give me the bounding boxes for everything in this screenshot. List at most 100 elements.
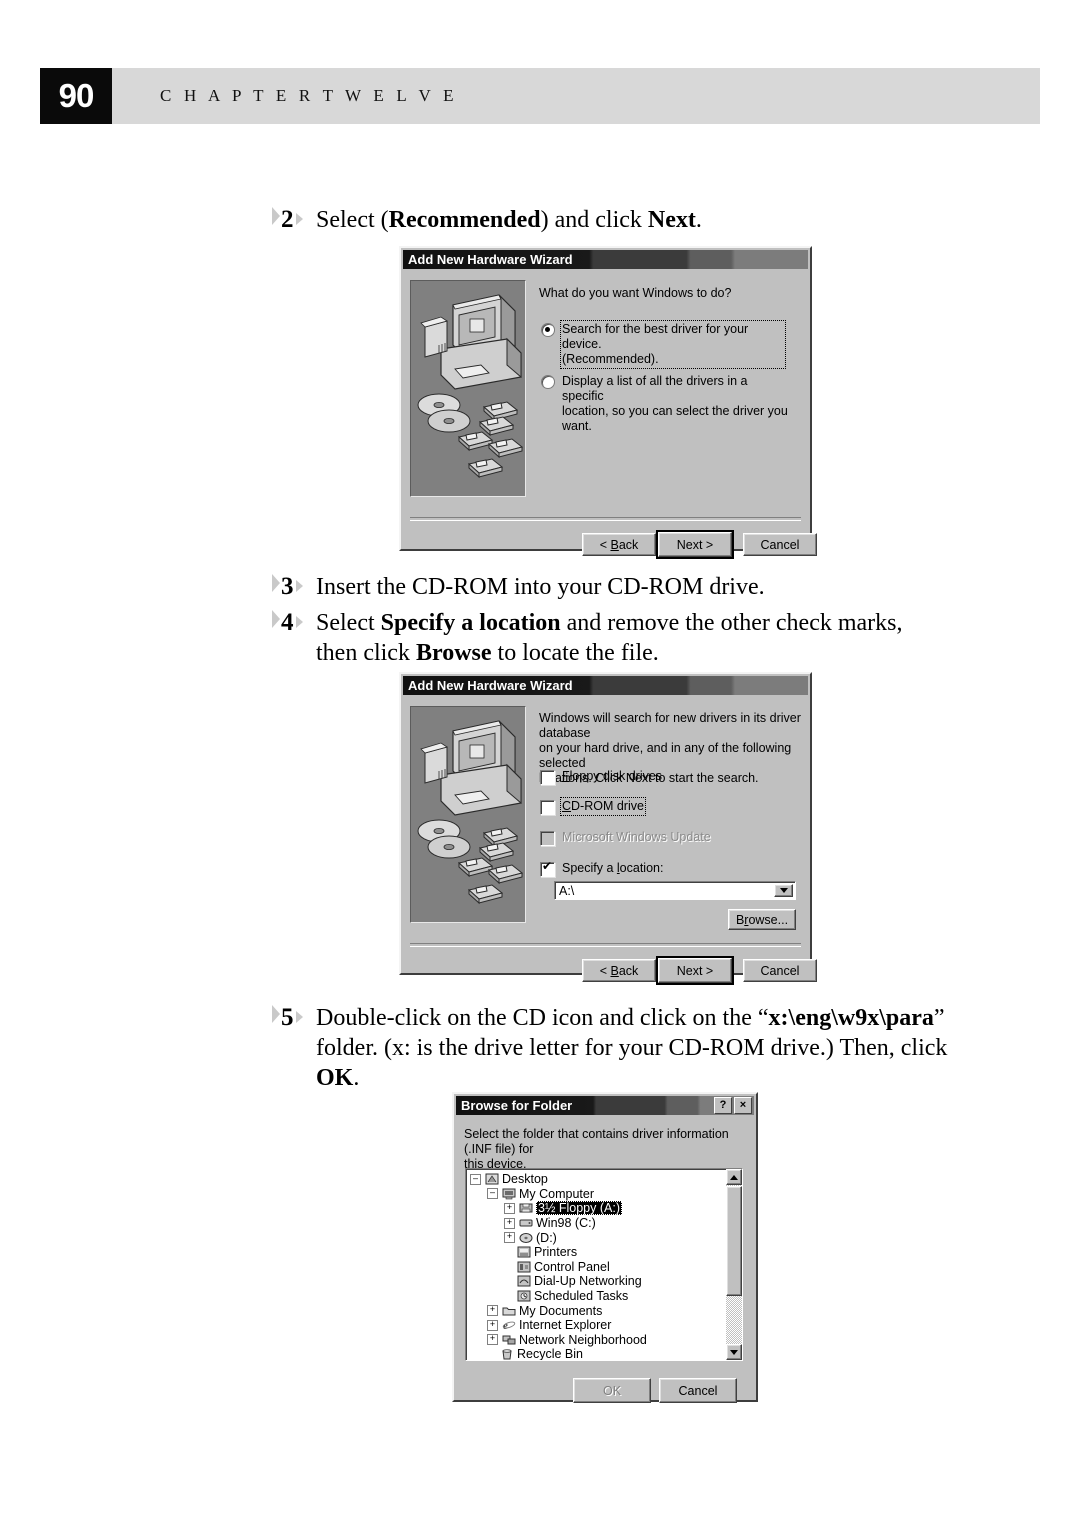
- expander-collapse-icon[interactable]: –: [470, 1173, 481, 1185]
- network-icon: [501, 1333, 516, 1346]
- tree-item-dial-up-networking[interactable]: Dial-Up Networking: [470, 1274, 647, 1289]
- checkbox-cdrom-icon[interactable]: [540, 800, 555, 815]
- radio-button-recommended-icon[interactable]: [541, 323, 555, 337]
- printer-icon: [516, 1246, 531, 1259]
- tree-item-network-neighborhood[interactable]: + Network Neighborhood: [470, 1333, 647, 1348]
- expander-expand-icon[interactable]: +: [487, 1319, 498, 1331]
- tree-item-desktop[interactable]: – Desktop: [470, 1172, 647, 1187]
- dialog1-next-label: Next >: [676, 537, 714, 552]
- help-icon[interactable]: ?: [714, 1097, 732, 1114]
- dialog3-title: Browse for Folder: [461, 1098, 573, 1113]
- tree-scrollbar[interactable]: [726, 1169, 742, 1360]
- tree-label: My Documents: [519, 1303, 603, 1318]
- tree-item-win98-c[interactable]: + Win98 (C:): [470, 1216, 647, 1231]
- tree-item-printers[interactable]: Printers: [470, 1245, 647, 1260]
- dialog3-titlebar[interactable]: Browse for Folder ? ×: [456, 1096, 754, 1115]
- computer-media-illustration-icon: [417, 294, 524, 479]
- close-icon[interactable]: ×: [734, 1097, 752, 1114]
- tree-item-my-documents[interactable]: + My Documents: [470, 1303, 647, 1318]
- tree-item-scheduled-tasks[interactable]: Scheduled Tasks: [470, 1289, 647, 1304]
- floppy-icon: [518, 1202, 533, 1215]
- dialog1-cancel-button[interactable]: Cancel: [743, 533, 817, 556]
- dialog2-titlebar[interactable]: Add New Hardware Wizard: [403, 676, 808, 695]
- chevron-up-icon: [730, 1174, 738, 1180]
- dialog-browse-for-folder[interactable]: Browse for Folder ? × Select the folder …: [452, 1092, 758, 1403]
- expander-collapse-icon[interactable]: –: [487, 1188, 498, 1200]
- tree-item-my-computer[interactable]: – My Computer: [470, 1187, 647, 1202]
- step-2-number: 2: [272, 205, 303, 235]
- dialup-icon: [516, 1275, 531, 1288]
- tree-label: My Computer: [519, 1186, 595, 1201]
- checkbox-cd-rom-drive[interactable]: CD-ROM drive: [540, 797, 646, 816]
- dialog2-cancel-label: Cancel: [760, 963, 800, 978]
- dialog2-next-button[interactable]: Next >: [656, 956, 734, 985]
- combobox-dropdown-button[interactable]: [774, 884, 793, 897]
- checkbox-windows-update-icon: [540, 831, 555, 846]
- dialog3-ok-button[interactable]: OK: [573, 1378, 651, 1403]
- dialog-add-new-hardware-wizard-2[interactable]: Add New Hardware Wizard Windows will sea…: [399, 672, 817, 985]
- checkbox-cdrom-label: CD-ROM drive: [560, 797, 646, 816]
- dialog1-back-button[interactable]: < Back: [582, 533, 656, 556]
- folder-icon: [501, 1304, 516, 1317]
- radio-option-display-list[interactable]: Display a list of all the drivers in a s…: [541, 374, 791, 434]
- step-arrow-icon: [295, 1011, 303, 1023]
- checkbox-specify-location-icon[interactable]: [540, 860, 555, 877]
- checkbox-windows-update-label: Microsoft Windows Update: [562, 830, 711, 844]
- browse-button[interactable]: Browse...: [728, 909, 796, 930]
- checkbox-floppy-icon[interactable]: [540, 770, 555, 785]
- dialog1-title: Add New Hardware Wizard: [408, 252, 573, 267]
- location-combobox[interactable]: A:\: [554, 881, 796, 900]
- radio-option-display-list-label: Display a list of all the drivers in a s…: [562, 374, 788, 433]
- dialog1-titlebar[interactable]: Add New Hardware Wizard: [403, 250, 808, 269]
- expander-expand-icon[interactable]: +: [487, 1334, 498, 1346]
- dialog1-separator: [410, 517, 801, 521]
- scroll-down-button[interactable]: [726, 1344, 742, 1360]
- tree-label: Recycle Bin: [517, 1347, 583, 1361]
- scroll-up-button[interactable]: [726, 1169, 742, 1185]
- tree-item-drive-d[interactable]: + (D:): [470, 1230, 647, 1245]
- tree-label: Dial-Up Networking: [534, 1274, 642, 1289]
- step-arrow-icon: [295, 616, 303, 628]
- dialog2-separator: [410, 943, 801, 947]
- chapter-title: C H A P T E R T W E L V E: [160, 86, 458, 105]
- tree-item-recycle-bin[interactable]: Recycle Bin: [470, 1347, 647, 1361]
- radio-button-display-list-icon[interactable]: [541, 375, 555, 389]
- dialog2-back-label: < Back: [599, 963, 639, 978]
- expander-expand-icon[interactable]: +: [504, 1217, 515, 1229]
- step-marker-icon: [272, 1005, 280, 1023]
- dialog3-cancel-label: Cancel: [678, 1383, 718, 1398]
- scrollbar-thumb[interactable]: [726, 1186, 742, 1296]
- dialog2-cancel-button[interactable]: Cancel: [743, 959, 817, 982]
- tree-label: Printers: [534, 1245, 578, 1260]
- wizard-illustration-1: [410, 280, 526, 497]
- expander-expand-icon[interactable]: +: [504, 1232, 515, 1244]
- radio-option-recommended[interactable]: Search for the best driver for your devi…: [541, 320, 791, 369]
- checkbox-microsoft-windows-update: Microsoft Windows Update: [540, 830, 711, 846]
- checkbox-floppy-label: Floppy disk drives: [562, 769, 663, 783]
- checkbox-floppy-disk-drives[interactable]: Floppy disk drives: [540, 769, 662, 785]
- tree-item-control-panel[interactable]: Control Panel: [470, 1260, 647, 1275]
- folder-tree[interactable]: – Desktop – My Computer + 3½ Floppy (A:)…: [465, 1168, 743, 1361]
- page-header: 90 C H A P T E R T W E L V E: [40, 68, 1040, 124]
- tree-label: Win98 (C:): [536, 1216, 596, 1231]
- step-4-text: Select Specify a location and remove the…: [316, 610, 903, 666]
- expander-expand-icon[interactable]: +: [504, 1202, 515, 1214]
- expander-expand-icon[interactable]: +: [487, 1305, 498, 1317]
- dialog-add-new-hardware-wizard-1[interactable]: Add New Hardware Wizard What do you want…: [399, 246, 817, 559]
- step-3-number: 3: [272, 572, 303, 602]
- step-5-number: 5: [272, 1003, 303, 1033]
- tree-item-floppy-a[interactable]: + 3½ Floppy (A:): [470, 1201, 647, 1216]
- dialog2-title: Add New Hardware Wizard: [408, 678, 573, 693]
- tree-label-selected: 3½ Floppy (A:): [536, 1201, 622, 1216]
- tree-label: Internet Explorer: [519, 1318, 612, 1333]
- dialog3-cancel-button[interactable]: Cancel: [659, 1378, 737, 1403]
- dialog1-back-label: < Back: [599, 537, 639, 552]
- checkbox-specify-location-label: Specify a location:: [562, 861, 664, 875]
- folder-tree-items: – Desktop – My Computer + 3½ Floppy (A:)…: [470, 1172, 647, 1361]
- tree-item-internet-explorer[interactable]: + e Internet Explorer: [470, 1318, 647, 1333]
- checkbox-specify-a-location[interactable]: Specify a location:: [540, 860, 664, 877]
- step-3-text: Insert the CD-ROM into your CD-ROM drive…: [316, 574, 765, 600]
- harddisk-icon: [518, 1217, 533, 1230]
- dialog1-next-button[interactable]: Next >: [656, 530, 734, 559]
- dialog2-back-button[interactable]: < Back: [582, 959, 656, 982]
